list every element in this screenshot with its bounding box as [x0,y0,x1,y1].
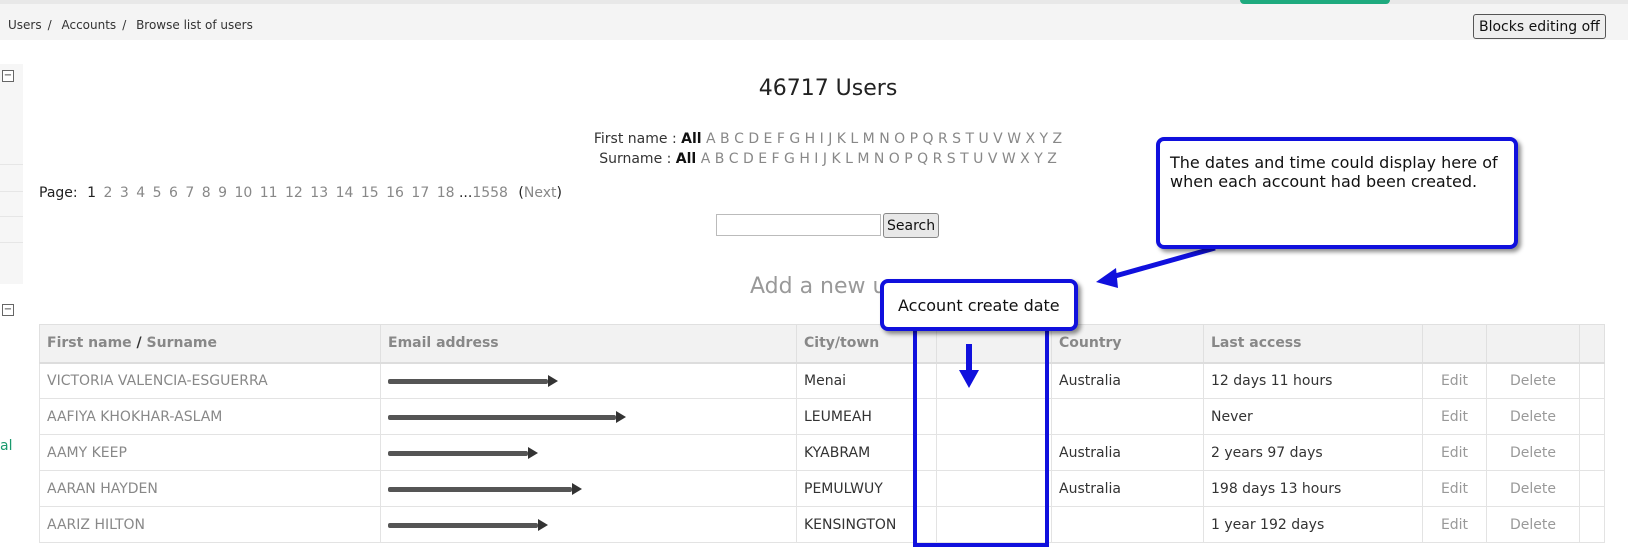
arrow-down-column [959,344,979,388]
account-create-date-callout: Account create date [880,279,1078,331]
dates-time-callout: The dates and time could display here of… [1156,137,1518,249]
arrow-to-create-date [1096,245,1216,288]
annotation-arrows [959,245,1216,388]
